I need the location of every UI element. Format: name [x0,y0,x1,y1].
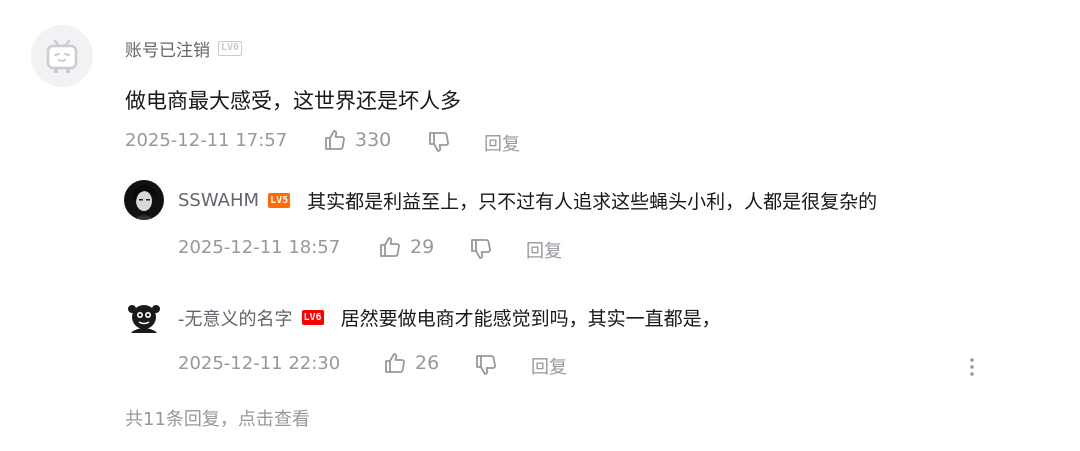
thumbs-down-icon [476,355,496,375]
thumbs-up-icon [385,353,405,373]
reply-username[interactable]: -无意义的名字 [178,305,293,331]
comment-like-count: 330 [355,129,392,151]
reply-reply-button[interactable]: 回复 [531,353,567,379]
reply-dislike-button[interactable] [474,353,498,377]
reply-like-button[interactable]: 26 [383,351,439,375]
comment-text: 做电商最大感受，这世界还是坏人多 [125,89,461,113]
reply-avatar[interactable] [124,297,164,337]
comment-username[interactable]: 账号已注销 [125,36,210,61]
reply-avatar[interactable] [124,180,164,220]
tv-placeholder-avatar-icon [46,39,78,73]
comment-like-button[interactable]: 330 [323,128,391,152]
reply-avatar-image [124,297,164,337]
reply-row: SSWAHM LV5 其实都是利益至上，只不过有人追求这些蝇头小利，人都是很复杂… [178,187,877,214]
thumbs-up-icon [325,130,345,150]
reply-time: 2025-12-11 22:30 [178,353,341,374]
more-vertical-icon [970,358,974,376]
reply-text: 居然要做电商才能感觉到吗，其实一直都是， [340,308,721,330]
level-badge: LV5 [268,193,291,208]
reply-like-button[interactable]: 29 [378,235,434,259]
comment-time: 2025-12-11 17:57 [125,130,288,151]
reply-like-count: 26 [415,352,440,374]
comment-reply-button[interactable]: 回复 [484,130,520,156]
thumbs-down-icon [471,239,491,259]
reply-row: -无意义的名字 LV6 居然要做电商才能感觉到吗，其实一直都是， [178,304,721,331]
reply-reply-button[interactable]: 回复 [526,237,562,263]
reply-time: 2025-12-11 18:57 [178,237,341,258]
level-badge: LV0 [218,41,243,56]
view-all-replies-link[interactable]: 共11条回复，点击查看 [125,405,310,431]
thumbs-up-icon [380,237,400,257]
reply-avatar-image [124,180,164,220]
reply-like-count: 29 [410,236,435,258]
avatar-deleted-user[interactable] [31,25,93,87]
reply-text: 其实都是利益至上，只不过有人追求这些蝇头小利，人都是很复杂的 [307,191,878,213]
thumbs-down-icon [429,132,449,152]
more-options-button[interactable] [965,355,979,379]
reply-dislike-button[interactable] [469,237,493,261]
comment-header: 账号已注销 LV0 [125,36,243,61]
comment-dislike-button[interactable] [427,130,451,154]
level-badge: LV6 [301,310,324,325]
reply-username[interactable]: SSWAHM [178,190,259,211]
